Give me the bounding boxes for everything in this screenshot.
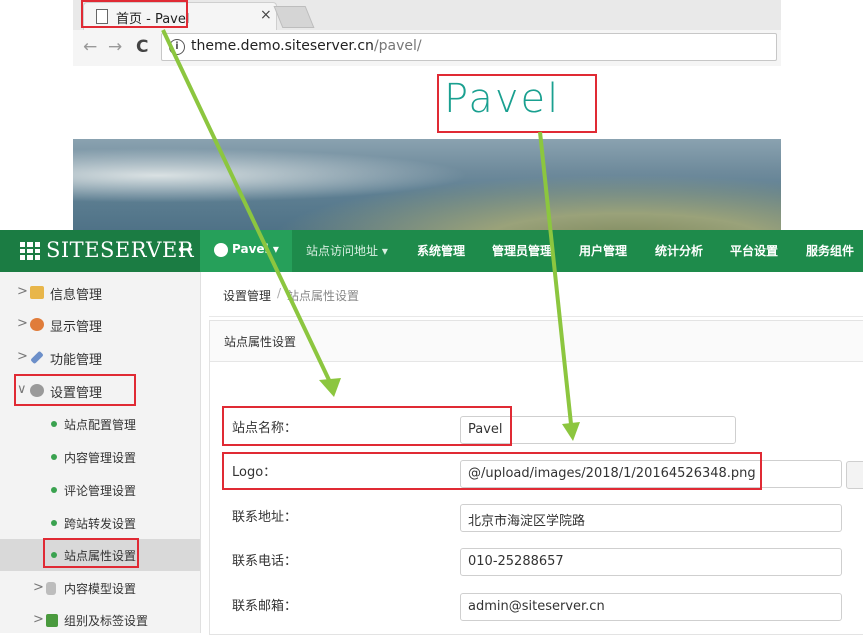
brand[interactable]: SITESERVER ← (0, 230, 200, 272)
breadcrumb-separator: / (277, 286, 282, 300)
sidebar-subitem-label: 内容管理设置 (64, 451, 137, 465)
panel-title: 站点属性设置 (224, 335, 297, 349)
sidebar-subitem-label: 站点配置管理 (64, 418, 137, 432)
chevron-right-icon: > (17, 316, 28, 331)
sidebar-item-function[interactable]: > 功能管理 (0, 342, 200, 374)
sidebar: > 信息管理 > 显示管理 > 功能管理 ∨ 设置管理 站点配置管理 内容管理设… (0, 272, 201, 633)
upload-button[interactable] (846, 461, 863, 489)
back-icon[interactable]: ← (83, 37, 97, 57)
email-input[interactable]: admin@siteserver.cn (460, 593, 842, 621)
site-attributes-highlight (43, 538, 139, 568)
chevron-right-icon: > (33, 612, 44, 627)
address-value: 北京市海淀区学院路 (468, 514, 586, 529)
banner-image (73, 139, 781, 230)
logo-field-highlight (222, 452, 762, 490)
bullet-icon (51, 520, 57, 526)
admin-topbar: SITESERVER ← Pavel ▾ 站点访问地址 ▾ 系统管理 管理员管理… (0, 230, 863, 272)
email-label: 联系邮箱： (232, 599, 298, 614)
topnav-users[interactable]: 用户管理 (579, 242, 627, 259)
address-input[interactable]: 北京市海淀区学院路 (460, 504, 842, 532)
browser-window: 首页 - Pavel × ← → C i theme.demo.siteserv… (73, 0, 781, 230)
sidebar-item-label: 功能管理 (50, 353, 103, 368)
url-host: theme.demo.siteserver.cn (191, 38, 374, 54)
breadcrumb-current: 站点属性设置 (287, 289, 360, 303)
topnav-services[interactable]: 服务组件 (806, 242, 854, 259)
address-bar: ← → C i theme.demo.siteserver.cn/pavel/ (73, 30, 781, 67)
topnav-platform[interactable]: 平台设置 (730, 242, 778, 259)
info-icon[interactable]: i (169, 39, 185, 55)
email-value: admin@siteserver.cn (468, 599, 605, 614)
sidebar-subitem-label: 跨站转发设置 (64, 517, 137, 531)
tab-highlight (81, 0, 188, 28)
forward-icon[interactable]: → (108, 37, 122, 57)
grid-icon (20, 242, 40, 260)
site-header: Pavel (73, 66, 781, 139)
phone-input[interactable]: 010-25288657 (460, 548, 842, 576)
chevron-right-icon: > (33, 580, 44, 595)
arrow-left-icon[interactable]: ← (178, 239, 193, 260)
address-label: 联系地址： (232, 510, 298, 525)
sidebar-item-group-tags[interactable]: > 组别及标签设置 (0, 605, 200, 637)
new-tab-button[interactable] (273, 6, 315, 28)
sidebar-item-content-model[interactable]: > 内容模型设置 (0, 573, 200, 605)
site-switch-label: Pavel ▾ (232, 242, 279, 256)
database-icon (46, 582, 56, 595)
sidebar-subitem-cross-site[interactable]: 跨站转发设置 (0, 507, 200, 539)
sidebar-item-label: 信息管理 (50, 288, 103, 303)
bullet-icon (51, 454, 57, 460)
chevron-right-icon: > (17, 349, 28, 364)
sidebar-subitem-comment-settings[interactable]: 评论管理设置 (0, 474, 200, 506)
sidebar-subitem-label: 评论管理设置 (64, 484, 137, 498)
url-text: theme.demo.siteserver.cn/pavel/ (191, 38, 422, 54)
chevron-right-icon: > (17, 284, 28, 299)
sidebar-subitem-content-settings[interactable]: 内容管理设置 (0, 441, 200, 473)
sidebar-item-display[interactable]: > 显示管理 (0, 309, 200, 341)
breadcrumb-parent[interactable]: 设置管理 (223, 287, 271, 304)
sidebar-item-label: 内容模型设置 (64, 582, 137, 596)
reload-icon[interactable]: C (136, 37, 148, 57)
logo-highlight (437, 74, 597, 133)
url-input[interactable]: i theme.demo.siteserver.cn/pavel/ (161, 33, 777, 61)
url-path: /pavel/ (373, 38, 422, 54)
topnav-system[interactable]: 系统管理 (417, 242, 465, 259)
breadcrumb: 设置管理 / 站点属性设置 (209, 272, 863, 317)
site-name-highlight (222, 406, 512, 446)
phone-value: 010-25288657 (468, 554, 564, 569)
topnav-admins[interactable]: 管理员管理 (492, 242, 552, 259)
bullet-icon (51, 487, 57, 493)
topnav-site-url[interactable]: 站点访问地址 ▾ (306, 242, 388, 259)
sidebar-item-label: 组别及标签设置 (64, 614, 149, 628)
site-switch-dropdown[interactable]: Pavel ▾ (200, 230, 292, 272)
sitemap-icon (46, 614, 58, 627)
sidebar-subitem-site-config[interactable]: 站点配置管理 (0, 408, 200, 440)
globe-icon (214, 243, 228, 257)
topnav-stats[interactable]: 统计分析 (655, 242, 703, 259)
close-icon[interactable]: × (260, 7, 272, 23)
brand-name: SITESERVER (46, 238, 195, 262)
phone-label: 联系电话： (232, 554, 298, 569)
sidebar-item-label: 显示管理 (50, 320, 103, 335)
sidebar-item-info[interactable]: > 信息管理 (0, 277, 200, 309)
bullet-icon (51, 421, 57, 427)
folder-icon (30, 286, 44, 299)
settings-highlight (14, 374, 136, 406)
wrench-icon (30, 350, 44, 365)
palette-icon (30, 318, 44, 331)
panel-header: 站点属性设置 (210, 321, 863, 362)
